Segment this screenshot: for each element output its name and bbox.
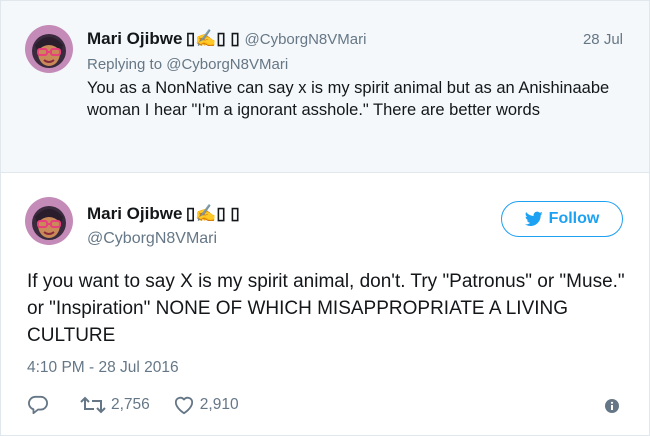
avatar[interactable] — [25, 25, 73, 73]
retweet-count: 2,756 — [111, 396, 150, 413]
follow-label: Follow — [548, 210, 600, 227]
author-name[interactable]: Mari Ojibwe ▯✍▯ ▯ @CyborgN8VMari — [87, 29, 366, 49]
tweet-actions: 2,756 2,910 — [27, 394, 239, 416]
parent-tweet-text: You as a NonNative can say x is my spiri… — [87, 79, 610, 119]
tweet-date[interactable]: 28 Jul — [583, 31, 623, 48]
retweet-icon — [80, 396, 106, 414]
heart-icon — [174, 396, 193, 415]
twitter-bird-icon — [524, 211, 543, 226]
info-button[interactable] — [605, 399, 619, 418]
like-button[interactable]: 2,910 — [172, 395, 239, 415]
author-name[interactable]: Mari Ojibwe ▯✍▯ ▯ — [87, 204, 240, 224]
avatar[interactable] — [25, 197, 73, 245]
author-handle: @CyborgN8VMari — [244, 31, 367, 48]
retweet-button[interactable]: 2,756 — [79, 395, 150, 415]
reply-button[interactable] — [27, 395, 49, 415]
follow-button[interactable]: Follow — [501, 201, 623, 237]
info-icon — [605, 399, 619, 413]
replying-to: Replying to @CyborgN8VMari — [87, 56, 288, 73]
author-name-text: Mari Ojibwe ▯✍▯ ▯ — [87, 29, 240, 48]
author-handle[interactable]: @CyborgN8VMari — [87, 230, 217, 248]
parent-tweet[interactable]: Mari Ojibwe ▯✍▯ ▯ @CyborgN8VMari 28 Jul … — [1, 1, 649, 173]
replying-handle-link[interactable]: @CyborgN8VMari — [166, 56, 288, 73]
main-tweet-text: If you want to say X is my spirit animal… — [27, 271, 625, 346]
replying-prefix: Replying to — [87, 56, 167, 73]
tweet-embed: Mari Ojibwe ▯✍▯ ▯ @CyborgN8VMari 28 Jul … — [0, 0, 650, 436]
like-count: 2,910 — [199, 396, 239, 413]
reply-icon — [28, 395, 48, 415]
tweet-timestamp[interactable]: 4:10 PM - 28 Jul 2016 — [27, 359, 179, 377]
